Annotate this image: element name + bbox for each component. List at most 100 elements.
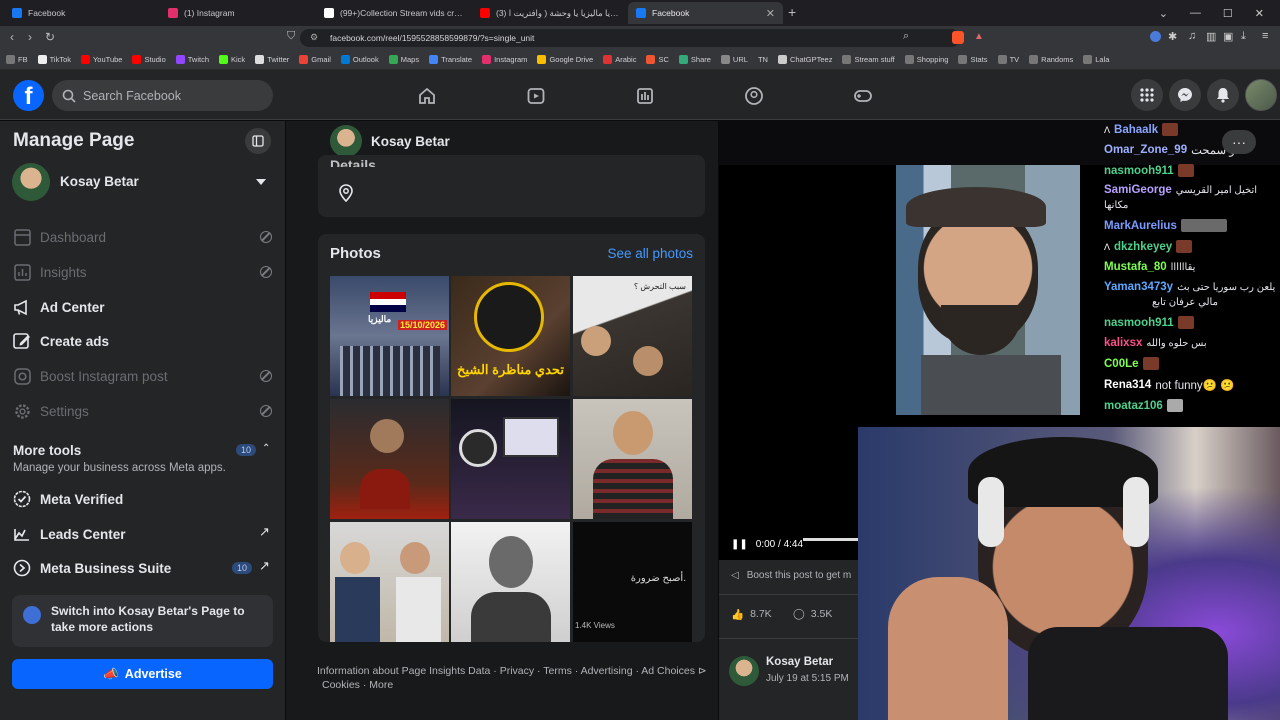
- messenger-icon[interactable]: [1169, 79, 1201, 111]
- bookmark-item[interactable]: Randoms: [1029, 55, 1073, 64]
- more-options-icon[interactable]: ···: [1222, 130, 1256, 154]
- bookmark-item[interactable]: Translate: [429, 55, 472, 64]
- author-avatar[interactable]: [729, 656, 759, 686]
- photo-tile[interactable]: سبب التحرش ؟: [573, 276, 692, 396]
- advertise-button[interactable]: 📣 Advertise: [12, 659, 273, 689]
- bookmark-item[interactable]: Stats: [958, 55, 988, 64]
- sidebar-item-meta-business-suite[interactable]: Meta Business Suite: [12, 558, 171, 578]
- like-count[interactable]: 👍 8.7K: [731, 608, 772, 621]
- bookmark-item[interactable]: TN: [758, 55, 768, 64]
- browser-tab[interactable]: (99+)Collection Stream vids created: [316, 2, 471, 24]
- dropdown-icon[interactable]: ⌄: [1159, 7, 1168, 20]
- profile-avatar[interactable]: [1245, 79, 1277, 111]
- close-icon[interactable]: ✕: [1255, 7, 1264, 20]
- groups-icon[interactable]: [744, 86, 764, 106]
- bookmark-item[interactable]: SC: [646, 55, 669, 64]
- photo-tile[interactable]: [330, 399, 449, 519]
- bookmark-item[interactable]: Instagram: [482, 55, 527, 64]
- bookmark-item[interactable]: Shopping: [904, 55, 948, 64]
- bookmark-item[interactable]: Outlook: [340, 55, 379, 64]
- bookmark-item[interactable]: Studio: [132, 55, 166, 64]
- page-name[interactable]: Kosay Betar: [60, 174, 139, 189]
- sidebar-icon[interactable]: ▥: [1206, 30, 1216, 43]
- maximize-icon[interactable]: ☐: [1223, 7, 1233, 20]
- bookmark-item[interactable]: FB: [6, 55, 28, 64]
- search-input[interactable]: Search Facebook: [52, 80, 273, 111]
- browser-tab-active[interactable]: Facebook ✕: [628, 2, 783, 24]
- puzzle-icon[interactable]: ✱: [1168, 30, 1177, 43]
- bookmark-item[interactable]: YouTube: [80, 55, 122, 64]
- page-footer-links[interactable]: Information about Page Insights Data · P…: [317, 665, 717, 677]
- marketplace-icon[interactable]: [635, 86, 655, 106]
- bookmark-item[interactable]: Lala: [1083, 55, 1109, 64]
- browser-tab[interactable]: (3) اسئي يا ماليزيا يا وحشة ( وافتريت ا.…: [472, 2, 627, 24]
- wallet-icon[interactable]: ▣: [1223, 30, 1233, 43]
- photo-tile[interactable]: أصبح ضرورة. 1.4K Views: [573, 522, 692, 642]
- browser-tab[interactable]: (1) Instagram: [160, 2, 315, 24]
- bookmark-item[interactable]: Arabic: [603, 55, 636, 64]
- home-icon[interactable]: [417, 86, 437, 106]
- bookmark-item[interactable]: Google Drive: [537, 55, 593, 64]
- menu-icon[interactable]: ≡: [1262, 30, 1268, 42]
- pause-icon[interactable]: ❚❚: [731, 539, 748, 550]
- bookmark-item[interactable]: Stream stuff: [842, 55, 895, 64]
- sidebar-item-create-ads[interactable]: Create ads: [12, 331, 109, 351]
- bookmark-item[interactable]: Twitch: [175, 55, 209, 64]
- photo-tile[interactable]: ماليزيا 15/10/2026: [330, 276, 449, 396]
- music-icon[interactable]: ♫: [1188, 30, 1196, 42]
- sidebar-item-ad-center[interactable]: Ad Center: [12, 297, 105, 317]
- boost-post-prompt[interactable]: ◁ Boost this post to get m: [731, 570, 851, 581]
- bookmark-item[interactable]: Gmail: [299, 55, 331, 64]
- notifications-bell-icon[interactable]: [1207, 79, 1239, 111]
- bookmark-item[interactable]: TV: [997, 55, 1019, 64]
- photo-tile[interactable]: [451, 522, 570, 642]
- photo-tile[interactable]: تحدي مناظرة الشيخ: [451, 276, 570, 396]
- video-icon[interactable]: [526, 86, 546, 106]
- collapse-sidebar-button[interactable]: [245, 128, 271, 154]
- sidebar-item-meta-verified[interactable]: Meta Verified: [12, 489, 123, 509]
- facebook-logo-icon[interactable]: f: [13, 80, 44, 111]
- sidebar-item-leads-center[interactable]: Leads Center: [12, 524, 126, 544]
- rewards-icon[interactable]: ▲: [974, 31, 984, 42]
- external-link-icon[interactable]: ↗: [259, 558, 270, 574]
- chevron-up-icon[interactable]: ⌃: [262, 443, 270, 454]
- url-field[interactable]: ⚙ facebook.com/reel/1595528858599879/?s=…: [300, 29, 960, 47]
- download-icon[interactable]: ⤓: [1241, 30, 1246, 43]
- zoom-icon[interactable]: ⌕: [903, 30, 909, 43]
- bookmark-item[interactable]: Share: [678, 55, 711, 64]
- footer-text-2[interactable]: Cookies · More: [322, 679, 393, 691]
- site-info-icon[interactable]: ⚙: [310, 32, 318, 43]
- bookmark-item[interactable]: URL: [720, 55, 748, 64]
- page-name-header[interactable]: Kosay Betar: [371, 134, 450, 149]
- back-icon[interactable]: ‹: [10, 30, 14, 44]
- bookmark-item[interactable]: ChatGPTeez: [777, 55, 832, 64]
- brave-shield-icon[interactable]: [952, 31, 964, 44]
- minimize-icon[interactable]: —: [1190, 7, 1201, 19]
- bookmark-icon[interactable]: ⛉: [287, 30, 295, 43]
- bookmark-item[interactable]: Kick: [219, 55, 245, 64]
- see-all-photos-link[interactable]: See all photos: [607, 246, 693, 261]
- extension-icon[interactable]: [1150, 31, 1161, 42]
- forward-icon[interactable]: ›: [28, 30, 32, 44]
- reload-icon[interactable]: ↻: [45, 30, 55, 44]
- gaming-icon[interactable]: [853, 86, 873, 106]
- comment-count[interactable]: ◯ 3.5K: [793, 608, 832, 620]
- photo-tile[interactable]: [573, 399, 692, 519]
- switch-page-prompt[interactable]: Switch into Kosay Betar's Page to take m…: [12, 595, 273, 647]
- page-avatar[interactable]: [12, 163, 50, 201]
- footer-text[interactable]: Information about Page Insights Data · P…: [317, 665, 695, 677]
- bookmark-item[interactable]: Twitter: [255, 55, 289, 64]
- bookmark-item[interactable]: Maps: [388, 55, 419, 64]
- page-avatar-small[interactable]: [330, 125, 362, 157]
- page-switch-dropdown-icon[interactable]: [256, 179, 266, 185]
- bookmark-item[interactable]: TikTok: [37, 55, 71, 64]
- browser-tab[interactable]: Facebook: [4, 2, 159, 24]
- author-name[interactable]: Kosay Betar: [766, 656, 833, 668]
- photo-tile[interactable]: [330, 522, 449, 642]
- close-tab-icon[interactable]: ✕: [766, 7, 775, 20]
- menu-grid-icon[interactable]: [1131, 79, 1163, 111]
- new-tab-button[interactable]: +: [788, 4, 796, 20]
- progress-bar[interactable]: [803, 538, 858, 541]
- photo-tile[interactable]: [451, 399, 570, 519]
- external-link-icon[interactable]: ↗: [259, 524, 270, 540]
